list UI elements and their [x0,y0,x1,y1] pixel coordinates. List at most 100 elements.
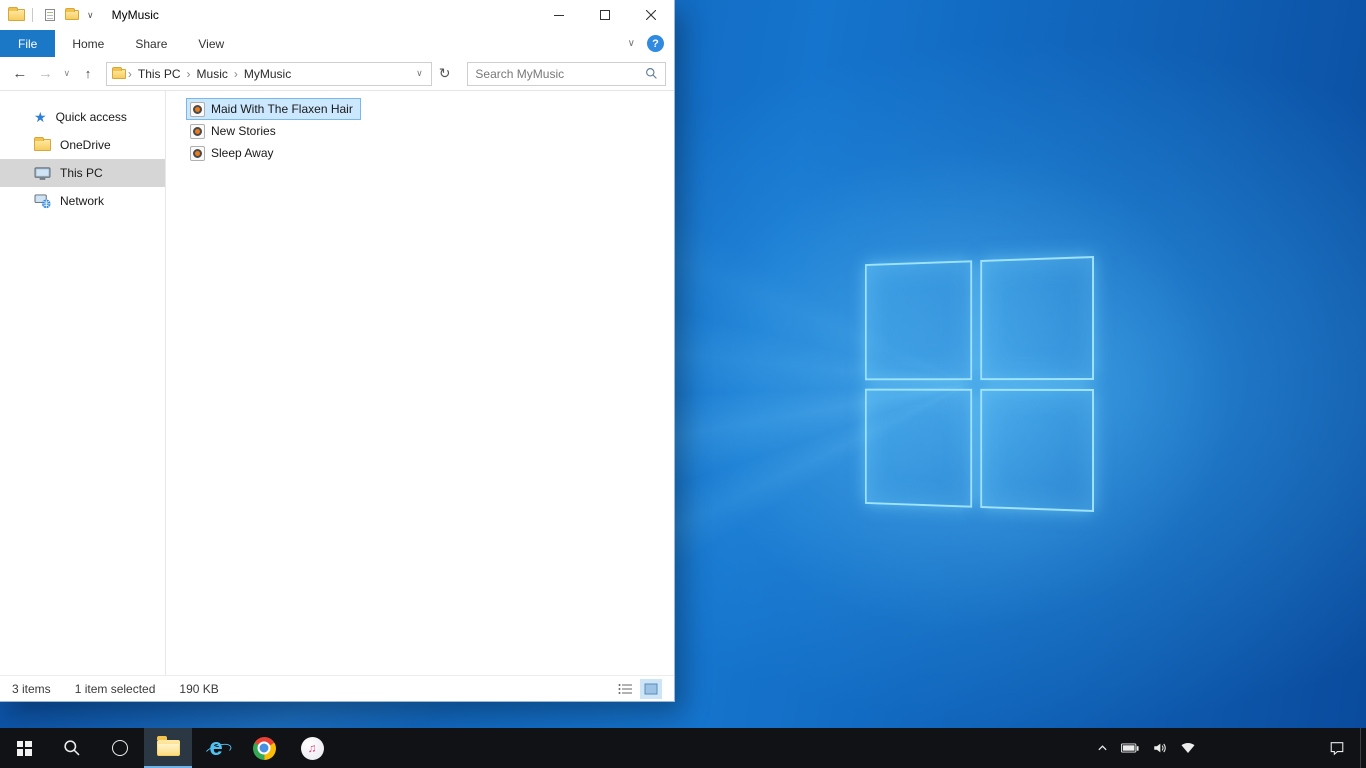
breadcrumb-mymusic[interactable]: MyMusic [240,67,295,81]
taskbar-search-button[interactable] [48,728,96,768]
breadcrumb-this-pc[interactable]: This PC [134,67,185,81]
show-desktop-button[interactable] [1360,728,1366,768]
breadcrumb-separator-icon: › [233,66,238,81]
sidebar-item-onedrive[interactable]: OneDrive [0,131,165,159]
chrome-icon [252,736,276,760]
large-icons-view-button[interactable] [640,678,662,699]
breadcrumb-separator-icon: › [186,66,191,81]
wifi-icon[interactable] [1180,742,1196,754]
address-folder-icon [111,66,126,79]
window-controls [536,0,674,30]
properties-icon[interactable] [45,9,55,21]
explorer-window: ∨ MyMusic File Home Share View ∨ ? ← → ∨… [0,0,675,702]
file-item[interactable]: New Stories [186,120,284,142]
battery-icon[interactable] [1121,742,1139,754]
view-switcher [614,678,662,699]
cortana-icon [112,740,128,756]
sidebar-item-label: OneDrive [60,138,111,152]
recent-locations-chevron-icon[interactable]: ∨ [59,62,74,86]
details-view-button[interactable] [614,679,636,699]
music-file-icon [190,101,205,117]
file-explorer-icon [156,736,180,756]
sidebar-item-quick-access[interactable]: ★ Quick access [0,103,165,131]
music-file-icon [190,145,205,161]
forward-button[interactable]: → [34,62,58,86]
close-button[interactable] [628,0,674,30]
windows-logo-pane [979,388,1094,512]
help-icon[interactable]: ? [647,35,664,52]
search-icon[interactable] [645,67,658,80]
search-icon [64,740,80,756]
ribbon-tabs: File Home Share View ∨ ? [0,30,674,57]
refresh-button[interactable]: ↻ [434,62,456,86]
status-selection: 1 item selected [74,681,156,696]
taskbar-internet-explorer-button[interactable]: e [192,728,240,768]
new-folder-icon[interactable] [65,8,79,20]
star-icon: ★ [34,109,47,125]
sidebar-item-label: Quick access [55,110,127,124]
sidebar-item-this-pc[interactable]: This PC [0,159,165,187]
navigation-bar: ← → ∨ ↑ › This PC › Music › MyMusic ∨ ↻ [0,57,674,91]
sidebar-item-label: This PC [60,166,103,180]
tab-file[interactable]: File [0,30,56,57]
sidebar-item-label: Network [60,194,105,208]
windows-logo-pane [864,260,972,380]
tab-home[interactable]: Home [58,30,118,57]
network-icon [34,193,51,208]
file-item[interactable]: Maid With The Flaxen Hair [186,98,361,120]
search-input[interactable] [475,66,645,81]
window-title: MyMusic [111,8,159,22]
file-name: Maid With The Flaxen Hair [211,102,353,116]
status-bar: 3 items 1 item selected 190 KB [0,675,674,701]
file-item[interactable]: Sleep Away [186,142,282,164]
windows-start-icon [16,740,32,756]
close-icon [646,10,656,20]
windows-logo [864,256,1094,512]
taskbar-chrome-button[interactable] [240,728,288,768]
folder-icon [65,8,79,20]
taskbar-spacer [1202,728,1314,768]
taskbar-itunes-button[interactable]: ♫ [288,728,336,768]
breadcrumb-music[interactable]: Music [193,67,232,81]
itunes-icon: ♫ [300,736,324,760]
tab-share[interactable]: Share [121,30,181,57]
up-button[interactable]: ↑ [76,62,100,86]
qat-customize-chevron-icon[interactable]: ∨ [87,10,94,21]
breadcrumb-separator-icon: › [127,66,132,81]
cortana-button[interactable] [96,728,144,768]
address-bar[interactable]: › This PC › Music › MyMusic ∨ [105,61,432,86]
status-item-count: 3 items [12,681,51,696]
action-center-button[interactable] [1314,728,1360,768]
windows-logo-pane [979,256,1094,380]
system-tray [1091,728,1202,768]
music-file-icon [190,123,205,139]
ribbon-collapse-chevron-icon[interactable]: ∨ [628,38,635,49]
windows-logo-pane [864,388,972,508]
large-icons-view-icon [644,683,658,694]
details-view-icon [618,683,632,694]
taskbar-file-explorer-button[interactable] [144,728,192,768]
taskbar: e ♫ [0,728,1366,768]
volume-icon[interactable] [1152,741,1167,755]
file-name: Sleep Away [211,146,274,160]
tray-chevron-up-icon[interactable] [1097,744,1108,752]
computer-icon [34,166,51,180]
maximize-button[interactable] [582,0,628,30]
window-folder-icon [8,7,25,21]
minimize-button[interactable] [536,0,582,30]
sidebar-item-network[interactable]: Network [0,187,165,215]
folder-icon [34,137,51,151]
search-box[interactable] [467,61,666,86]
file-name: New Stories [211,124,276,138]
window-body: ★ Quick access OneDrive This PC Network … [0,91,674,675]
document-icon [45,9,55,21]
title-bar[interactable]: ∨ MyMusic [0,0,674,30]
tab-view[interactable]: View [184,30,238,57]
internet-explorer-icon: e [209,734,223,761]
file-list[interactable]: Maid With The Flaxen Hair New Stories Sl… [166,91,674,675]
back-button[interactable]: ← [8,62,32,86]
start-button[interactable] [0,728,48,768]
maximize-icon [600,10,610,20]
address-dropdown-chevron-icon[interactable]: ∨ [413,68,426,79]
navigation-pane: ★ Quick access OneDrive This PC Network [0,91,166,675]
